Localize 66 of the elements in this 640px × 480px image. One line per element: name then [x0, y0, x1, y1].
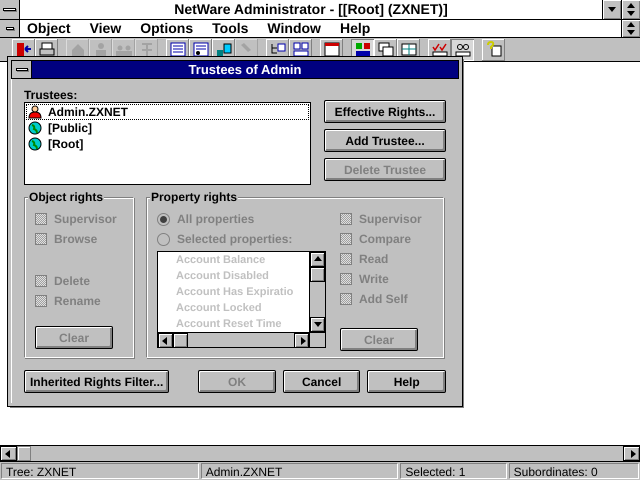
list-icon — [192, 41, 210, 58]
cascade-icon — [376, 41, 394, 58]
trustees-label: Trustees: — [24, 88, 78, 102]
group-title: Object rights — [28, 190, 104, 204]
check-icon — [430, 41, 448, 58]
menu-item[interactable]: Tools — [205, 20, 260, 37]
list-item[interactable]: Account Disabled — [176, 268, 309, 284]
list-item[interactable]: [Root] — [26, 136, 309, 152]
user-icon — [28, 105, 42, 119]
exit-icon — [14, 41, 32, 58]
dialog-title: Trustees of Admin — [188, 61, 302, 78]
system-menu-button[interactable] — [12, 61, 32, 78]
globe-icon — [28, 137, 42, 151]
menu-item[interactable]: Options — [133, 20, 206, 37]
tile-icon — [354, 41, 372, 58]
dialog-button[interactable]: Inherited Rights Filter... — [24, 370, 170, 393]
list-item[interactable]: Account Balance — [176, 252, 309, 268]
trustee-name: [Public] — [48, 121, 92, 135]
restore-icon — [626, 22, 636, 36]
menu-item[interactable]: Window — [260, 20, 333, 37]
window-icon — [322, 41, 340, 58]
restore-button[interactable] — [621, 0, 640, 19]
dialog-button[interactable]: Effective Rights... — [324, 100, 446, 123]
glasses-icon — [454, 41, 472, 58]
status-pane: Subordinates: 0 — [508, 463, 639, 479]
help-icon — [484, 41, 502, 58]
toolbar-button[interactable] — [482, 38, 505, 60]
horizontal-scrollbar[interactable] — [158, 332, 309, 347]
down-arrow-icon — [312, 320, 322, 330]
restore-button[interactable] — [621, 20, 640, 37]
list-item[interactable]: Admin.ZXNET — [26, 104, 309, 120]
menu-item[interactable]: Object — [20, 20, 83, 37]
status-pane: Tree: ZXNET — [1, 463, 199, 479]
list-item[interactable]: Account Reset Time — [176, 316, 309, 332]
window-title: NetWare Administrator - [[Root] (ZXNET)] — [173, 0, 449, 19]
list-item[interactable]: Account Has Expiratio — [176, 284, 309, 300]
document-menu-button[interactable] — [0, 20, 20, 37]
horizontal-scrollbar[interactable] — [0, 445, 640, 462]
toolbar-button[interactable] — [451, 38, 474, 60]
scroll-thumb[interactable] — [17, 446, 31, 461]
vertical-scrollbar[interactable] — [309, 252, 325, 332]
scroll-thumb[interactable] — [173, 333, 188, 348]
group-title: Property rights — [150, 190, 238, 204]
status-pane: Selected: 1 — [400, 463, 507, 479]
system-menu-button[interactable] — [0, 0, 20, 19]
status-pane: Admin.ZXNET — [200, 463, 398, 479]
minimize-button[interactable] — [602, 0, 621, 19]
trustee-name: [Root] — [48, 137, 84, 151]
scroll-thumb[interactable] — [310, 267, 325, 282]
menu-item[interactable]: View — [82, 20, 134, 37]
cubes-icon — [214, 41, 232, 58]
trustees-list[interactable]: Admin.ZXNET [Public] [Root] — [24, 102, 311, 185]
list-item[interactable]: [Public] — [26, 120, 309, 136]
list-item[interactable]: Account Locked — [176, 300, 309, 316]
dialog-button[interactable]: Cancel — [282, 370, 360, 393]
properties-list[interactable]: Account Balance Account Disabled Account Has Expiratio Account Locked Account Reset Time — [157, 251, 326, 348]
scrollbar-corner — [309, 332, 325, 347]
dialog-button[interactable]: Add Trustee... — [324, 129, 446, 152]
split-icon — [400, 41, 418, 58]
trustee-name: Admin.ZXNET — [48, 105, 128, 119]
list-icon — [168, 41, 186, 58]
minimize-icon — [607, 4, 617, 14]
dialog-button[interactable]: Help — [367, 370, 446, 393]
restore-icon — [626, 2, 636, 16]
menu-item[interactable]: Help — [332, 20, 382, 37]
globe-icon — [28, 121, 42, 135]
